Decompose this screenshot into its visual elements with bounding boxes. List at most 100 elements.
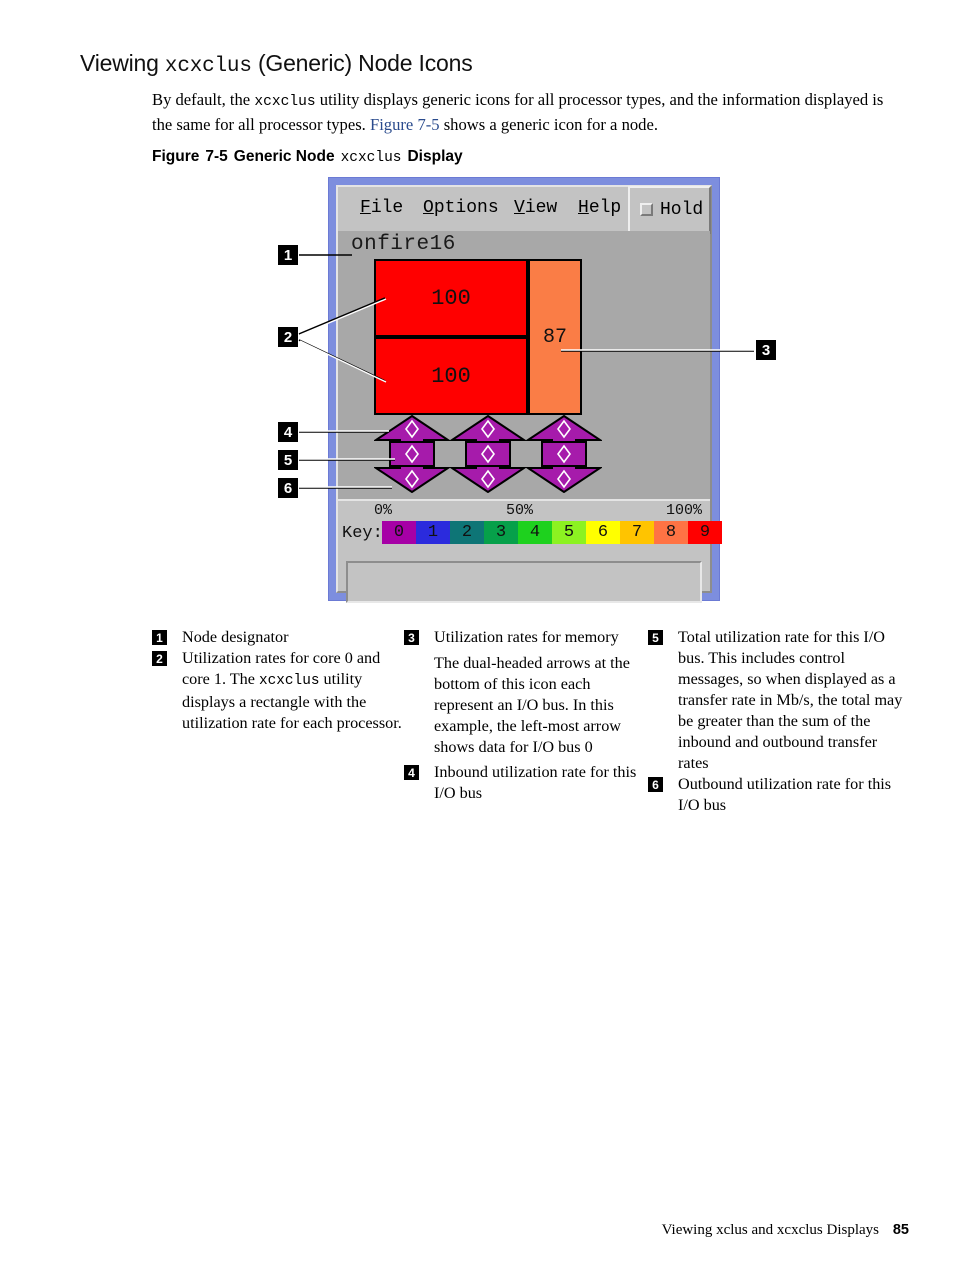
- dual-headed-arrow-icon: [374, 415, 450, 493]
- key-swatch-8-label: 8: [665, 523, 677, 542]
- menu-view-rest: iew: [524, 198, 558, 218]
- figure-caption-title-pre: Generic Node: [233, 148, 335, 165]
- scale-label-min: 0%: [374, 502, 393, 519]
- callout-legend-column-3: 5 Total utilization rate for this I/O bu…: [648, 627, 906, 816]
- key-swatch-9[interactable]: 9: [688, 521, 722, 544]
- figure-caption-command: xcxclus: [340, 150, 402, 166]
- legend-item-4: 4 Inbound utilization rate for this I/O …: [404, 762, 644, 804]
- core-0-utilization-cell[interactable]: 100: [374, 259, 528, 337]
- window-client-area: File Options View Help Hold onfire16 100…: [336, 185, 722, 603]
- legend-text-2-command: xcxclus: [259, 673, 320, 689]
- intro-part-1: By default, the: [152, 90, 255, 109]
- legend-text-2: Utilization rates for core 0 and core 1.…: [182, 649, 402, 732]
- hold-checkbox-icon[interactable]: [640, 203, 653, 216]
- legend-number-3: 3: [404, 630, 419, 645]
- figure-caption-number: 7-5: [205, 148, 228, 165]
- key-swatch-5[interactable]: 5: [552, 521, 586, 544]
- key-swatch-9-label: 9: [699, 523, 711, 542]
- node-display-canvas: onfire16 100 100 87: [338, 231, 710, 499]
- page-footer: Viewing xclus and xcxclus Displays 85: [0, 1222, 954, 1242]
- key-swatch-4[interactable]: 4: [518, 521, 552, 544]
- legend-text-1: Node designator: [182, 628, 289, 646]
- memory-utilization-cell[interactable]: 87: [528, 259, 582, 415]
- page-title-command: xcxclus: [164, 55, 252, 78]
- hold-button-label: Hold: [660, 200, 704, 220]
- page-title-suffix: (Generic) Node Icons: [251, 50, 473, 76]
- dual-headed-arrow-icon: [526, 415, 602, 493]
- key-swatch-4-label: 4: [529, 523, 541, 542]
- key-swatch-6[interactable]: 6: [586, 521, 620, 544]
- node-designator-label: onfire16: [351, 233, 456, 256]
- legend-number-1: 1: [152, 630, 167, 645]
- io-bus-arrow-group: [374, 415, 604, 493]
- menu-item-options[interactable]: Options: [423, 198, 499, 218]
- status-message-area: [346, 561, 702, 603]
- callout-legend-column-2: 3 Utilization rates for memory The dual-…: [404, 627, 644, 804]
- legend-text-3: Utilization rates for memory: [434, 628, 619, 646]
- key-swatch-6-label: 6: [597, 523, 609, 542]
- callout-marker-3: 3: [756, 340, 776, 360]
- figure-cross-reference-link[interactable]: Figure 7-5: [370, 115, 440, 134]
- callout-marker-2: 2: [278, 327, 298, 347]
- page-title: Viewing xcxclus (Generic) Node Icons: [80, 50, 910, 78]
- figure-caption-label: Figure: [152, 148, 200, 165]
- menu-file-mnemonic: F: [360, 198, 371, 218]
- scale-label-mid: 50%: [506, 502, 534, 519]
- node-utilization-box: 100 100 87: [374, 259, 582, 415]
- legend-number-5: 5: [648, 630, 663, 645]
- menu-item-view[interactable]: View: [514, 198, 557, 218]
- callout-marker-6: 6: [278, 478, 298, 498]
- callout-marker-1: 1: [278, 245, 298, 265]
- scale-label-max: 100%: [665, 502, 702, 519]
- callout-legend-column-1: 1 Node designator 2 Utilization rates fo…: [152, 627, 404, 734]
- figure-caption-title-post: Display: [407, 148, 463, 165]
- figure-caption: Figure 7-5 Generic Node xcxclus Display: [152, 148, 463, 166]
- key-swatch-5-label: 5: [563, 523, 575, 542]
- menu-file-rest: ile: [370, 198, 404, 218]
- key-swatch-0[interactable]: 0: [382, 521, 416, 544]
- io-bus-2-arrow[interactable]: [526, 415, 602, 493]
- legend-number-2: 2: [152, 651, 167, 666]
- menu-options-rest: ptions: [433, 198, 499, 218]
- legend-text-4: Inbound utilization rate for this I/O bu…: [434, 763, 637, 802]
- core-1-utilization-value: 100: [431, 363, 471, 389]
- utilization-key-panel: 0% 50% 100% Key: 0 1 2 3 4 5 6 7 8 9: [338, 499, 722, 555]
- core-1-utilization-cell[interactable]: 100: [374, 337, 528, 415]
- legend-text-5: Total utilization rate for this I/O bus.…: [678, 628, 903, 772]
- key-swatch-1[interactable]: 1: [416, 521, 450, 544]
- memory-utilization-value: 87: [542, 325, 567, 349]
- key-swatch-1-label: 1: [427, 523, 439, 542]
- legend-item-2: 2 Utilization rates for core 0 and core …: [152, 648, 404, 734]
- menu-view-mnemonic: V: [514, 198, 525, 218]
- dual-headed-arrow-icon: [450, 415, 526, 493]
- key-swatch-7[interactable]: 7: [620, 521, 654, 544]
- footer-section-title: Viewing xclus and xcxclus Displays: [661, 1222, 879, 1238]
- menu-help-mnemonic: H: [578, 198, 589, 218]
- key-swatch-7-label: 7: [631, 523, 643, 542]
- io-bus-0-arrow[interactable]: [374, 415, 450, 493]
- menu-help-rest: elp: [588, 198, 622, 218]
- page-title-prefix: Viewing: [80, 50, 165, 76]
- key-swatch-3[interactable]: 3: [484, 521, 518, 544]
- key-swatch-8[interactable]: 8: [654, 521, 688, 544]
- menu-item-file[interactable]: File: [360, 198, 403, 218]
- menu-item-help[interactable]: Help: [578, 198, 621, 218]
- intro-command: xcxclus: [254, 94, 316, 110]
- legend-item-1: 1 Node designator: [152, 627, 404, 648]
- callout-marker-5: 5: [278, 450, 298, 470]
- legend-item-5: 5 Total utilization rate for this I/O bu…: [648, 627, 906, 774]
- intro-part-3: shows a generic icon for a node.: [439, 114, 658, 134]
- hold-toggle-button[interactable]: Hold: [628, 186, 711, 234]
- callout-marker-4: 4: [278, 422, 298, 442]
- key-swatch-3-label: 3: [495, 523, 507, 542]
- io-bus-1-arrow[interactable]: [450, 415, 526, 493]
- legend-item-3: 3 Utilization rates for memory The dual-…: [404, 627, 644, 758]
- key-swatch-2[interactable]: 2: [450, 521, 484, 544]
- key-label: Key:: [342, 524, 383, 543]
- menu-bar: File Options View Help Hold: [338, 186, 711, 234]
- menu-options-mnemonic: O: [423, 198, 434, 218]
- legend-number-4: 4: [404, 765, 419, 780]
- legend-text-3-continued: The dual-headed arrows at the bottom of …: [434, 654, 630, 756]
- legend-item-6: 6 Outbound utilization rate for this I/O…: [648, 774, 906, 816]
- core-0-utilization-value: 100: [431, 285, 471, 311]
